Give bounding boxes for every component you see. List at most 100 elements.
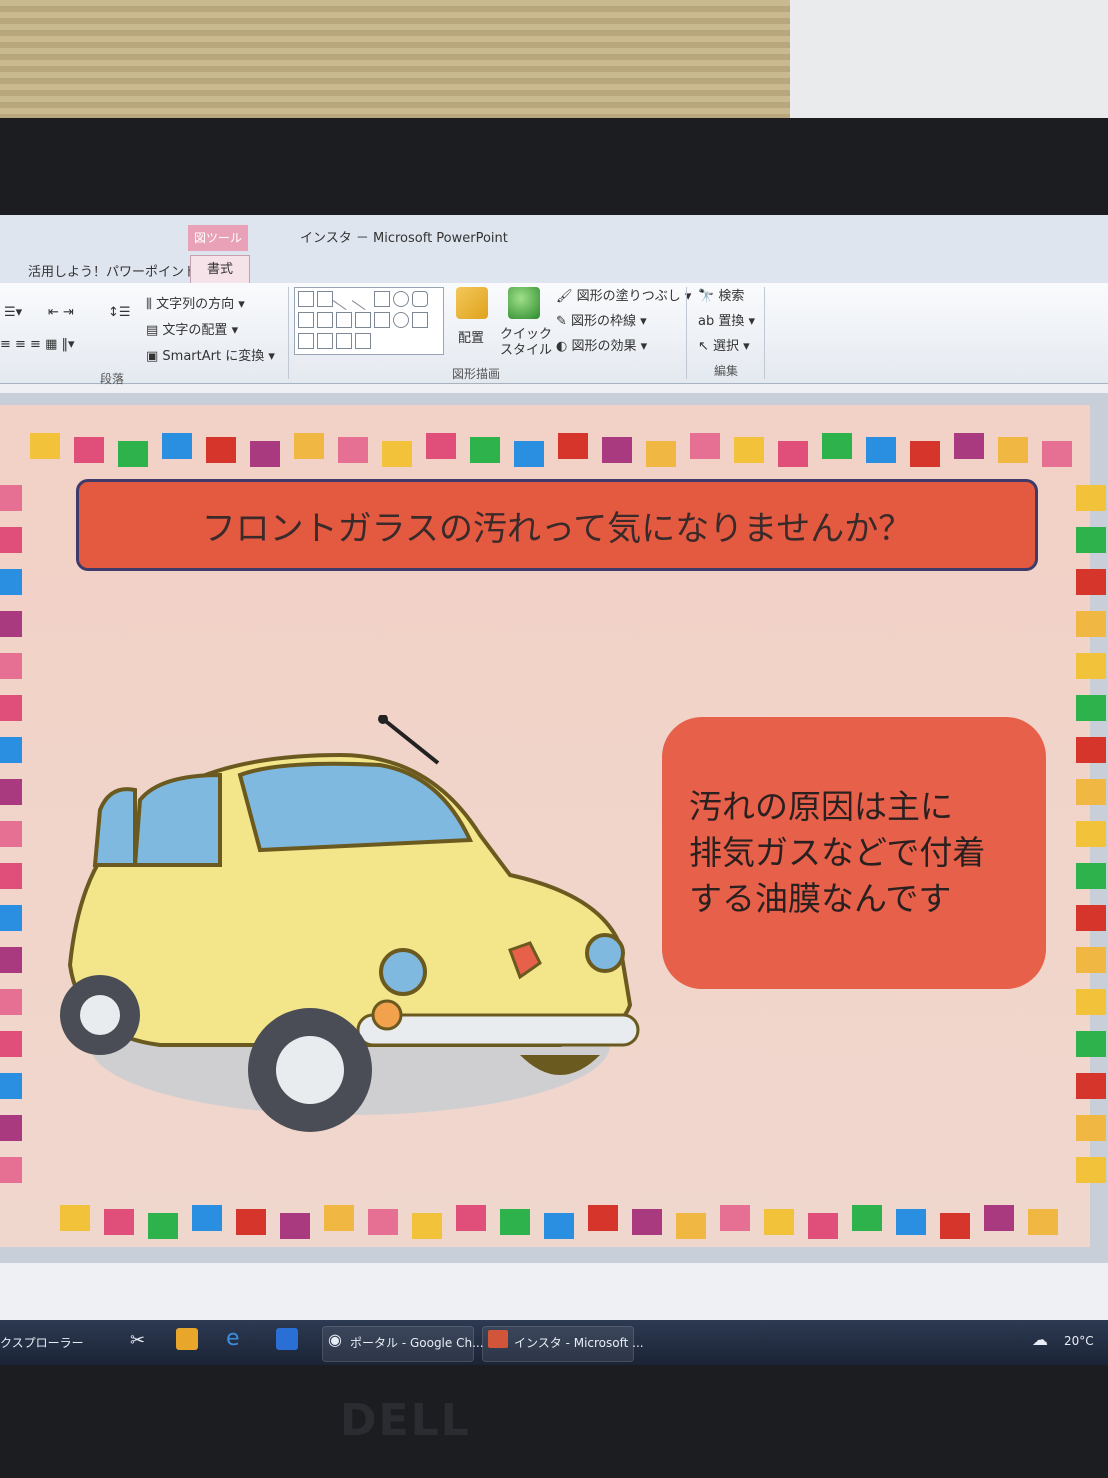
text-direction-button[interactable]: ⫼ 文字列の方向 ▾ (146, 293, 245, 312)
quick-styles-icon[interactable] (508, 287, 540, 319)
border-square (1076, 947, 1106, 973)
temperature[interactable]: 20°C (1064, 1334, 1094, 1348)
border-square (808, 1213, 838, 1239)
shape-oval-icon[interactable] (393, 291, 409, 307)
shape-triangle-icon[interactable] (298, 312, 314, 328)
border-square (1076, 485, 1106, 511)
outlook-icon[interactable] (176, 1328, 198, 1350)
tab-format[interactable]: 書式 (190, 255, 250, 284)
border-square (1076, 527, 1106, 553)
line-spacing-icon[interactable]: ↕☰ (108, 305, 131, 320)
shape-effects-button[interactable]: ◐ 図形の効果 ▾ (556, 335, 647, 354)
bullets-icon[interactable]: ☰▾ (4, 305, 22, 320)
window-title: インスタ － Microsoft PowerPoint (300, 231, 508, 246)
border-square (0, 527, 22, 553)
border-square (0, 779, 22, 805)
border-square (852, 1205, 882, 1231)
divider (764, 287, 765, 379)
shape-elbow-arrow-icon[interactable] (336, 312, 352, 328)
border-square (720, 1205, 750, 1231)
smartart-button[interactable]: ▣ SmartArt に変換 ▾ (146, 345, 275, 364)
border-square (192, 1205, 222, 1231)
quick-styles-button[interactable]: クイック スタイル (500, 327, 552, 359)
border-square (162, 433, 192, 459)
border-square (1076, 779, 1106, 805)
divider (288, 287, 289, 379)
shape-elbow-icon[interactable] (317, 312, 333, 328)
border-square (118, 441, 148, 467)
pencil-icon: ✎ (556, 314, 572, 329)
select-button[interactable]: ↖ 選択 ▾ (698, 335, 750, 354)
border-square (338, 437, 368, 463)
powerpoint-icon (488, 1330, 508, 1348)
border-square (866, 437, 896, 463)
shape-brace-icon[interactable] (336, 333, 352, 349)
shape-rounded-rect-icon[interactable] (412, 291, 428, 307)
shape-lightning-icon[interactable] (412, 312, 428, 328)
shape-down-arrow-icon[interactable] (374, 312, 390, 328)
shape-rectangle-icon[interactable] (374, 291, 390, 307)
tab-custom[interactable]: 活用しよう！パワーポイント (28, 261, 197, 280)
border-square (0, 737, 22, 763)
align-icons[interactable]: ≡ ≡ ≡ ▦ ‖▾ (0, 337, 75, 352)
shape-cloud-icon[interactable] (393, 312, 409, 328)
internet-explorer-icon[interactable]: e (226, 1326, 240, 1351)
paint-bucket-icon: 🖌 (556, 289, 577, 304)
border-square (74, 437, 104, 463)
monitor-logo: DELL (340, 1395, 471, 1446)
border-square (0, 905, 22, 931)
picture-tools-context-label: 図ツール (188, 225, 248, 251)
border-square (1076, 695, 1106, 721)
shapes-gallery[interactable] (294, 287, 444, 355)
shape-outline-button[interactable]: ✎ 図形の枠線 ▾ (556, 310, 647, 329)
shape-right-arrow-icon[interactable] (355, 312, 371, 328)
taskbar-explorer[interactable]: クスプローラー (0, 1334, 84, 1351)
border-square (1076, 1031, 1106, 1057)
replace-label: 置換 (718, 314, 745, 329)
border-square (734, 437, 764, 463)
border-square (0, 695, 22, 721)
taskbar: クスプローラー ✂ e ◉ ポータル - Google Ch... インスタ -… (0, 1320, 1108, 1365)
smartart-icon: ▣ (146, 349, 163, 364)
arrange-icon[interactable] (456, 287, 488, 319)
callout-text: 汚れの原因は主に 排気ガスなどで付着 する油膜なんです (689, 784, 1019, 922)
title-bar: インスタ － Microsoft PowerPoint 図ツール (0, 215, 1108, 255)
shape-arc-icon[interactable] (298, 333, 314, 349)
border-square (0, 863, 22, 889)
slide-title[interactable]: フロントガラスの汚れって気になりませんか？ (76, 479, 1038, 571)
border-square (30, 433, 60, 459)
find-label: 検索 (718, 289, 745, 304)
border-square (1076, 737, 1106, 763)
shape-fill-button[interactable]: 🖌 図形の塗りつぶし ▾ (556, 285, 691, 304)
align-text-button[interactable]: ▤ 文字の配置 ▾ (146, 319, 238, 338)
shape-arrow-icon[interactable] (351, 287, 375, 311)
find-button[interactable]: 🔭 検索 (698, 285, 744, 304)
border-square (0, 821, 22, 847)
shape-curve-icon[interactable] (317, 333, 333, 349)
border-square (632, 1209, 662, 1235)
border-square (0, 485, 22, 511)
shape-brace-right-icon[interactable] (355, 333, 371, 349)
border-square (0, 653, 22, 679)
border-square (764, 1209, 794, 1235)
cursor-icon: ↖ (698, 339, 714, 354)
dropbox-icon[interactable] (276, 1328, 298, 1350)
text-direction-label: 文字列の方向 (156, 297, 235, 312)
pin-icon[interactable]: ✂ (130, 1330, 145, 1351)
weather-icon[interactable]: ☁ (1032, 1330, 1048, 1349)
border-square (1028, 1209, 1058, 1235)
border-square (676, 1213, 706, 1239)
callout-box[interactable]: 汚れの原因は主に 排気ガスなどで付着 する油膜なんです (662, 717, 1046, 989)
border-square (426, 433, 456, 459)
arrange-button[interactable]: 配置 (458, 327, 484, 346)
border-square (1076, 1073, 1106, 1099)
shape-textbox-icon[interactable] (298, 291, 314, 307)
replace-button[interactable]: ab 置換 ▾ (698, 310, 755, 329)
border-square (250, 441, 280, 467)
car-illustration[interactable] (40, 715, 650, 1155)
indent-icon[interactable]: ⇤ ⇥ (48, 305, 74, 320)
border-square (822, 433, 852, 459)
border-square (984, 1205, 1014, 1231)
shape-textbox-vertical-icon[interactable] (317, 291, 333, 307)
border-square (0, 611, 22, 637)
